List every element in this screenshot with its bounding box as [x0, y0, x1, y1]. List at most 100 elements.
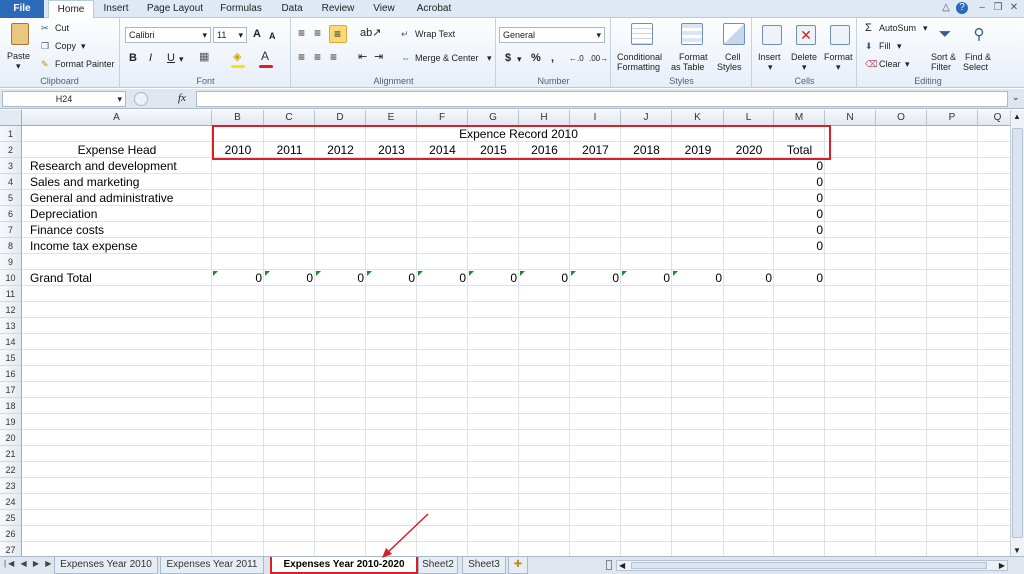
cell-grand-total-2019[interactable]: 0	[672, 270, 724, 286]
restore-icon[interactable]: ❐	[992, 2, 1004, 14]
col-header-d[interactable]: D	[315, 110, 366, 126]
cell-grand-total-2010[interactable]: 0	[212, 270, 264, 286]
horizontal-scrollbar[interactable]: ◀ ▶	[616, 560, 1008, 571]
sheet-tab-sheet3[interactable]: Sheet3	[462, 557, 506, 574]
row-header-23[interactable]: 23	[0, 478, 22, 494]
col-header-f[interactable]: F	[417, 110, 468, 126]
cell-styles-button[interactable]: Cell Styles	[714, 20, 750, 72]
row-header-6[interactable]: 6	[0, 206, 22, 222]
orientation-icon[interactable]: ab↗	[360, 28, 381, 39]
row-header-25[interactable]: 25	[0, 510, 22, 526]
align-center-icon[interactable]: ≡	[314, 51, 321, 63]
format-painter-button[interactable]: ✎ Format Painter	[38, 57, 118, 71]
row-header-2[interactable]: 2	[0, 142, 22, 158]
scroll-down-icon[interactable]: ▼	[1013, 546, 1021, 555]
decrease-indent-icon[interactable]: ⇤	[358, 52, 367, 63]
row-header-15[interactable]: 15	[0, 350, 22, 366]
col-header-e[interactable]: E	[366, 110, 417, 126]
bold-button[interactable]: B	[129, 53, 137, 64]
cut-button[interactable]: ✂ Cut	[38, 21, 98, 35]
tab-view[interactable]: View	[366, 0, 402, 18]
number-format-select[interactable]: General ▾	[499, 27, 605, 43]
cell-expense-total[interactable]: 0	[774, 158, 825, 174]
comma-button[interactable]: ,	[551, 53, 554, 64]
col-header-c[interactable]: C	[264, 110, 315, 126]
row-header-4[interactable]: 4	[0, 174, 22, 190]
row-header-11[interactable]: 11	[0, 286, 22, 302]
cell-grand-total-2016[interactable]: 0	[519, 270, 570, 286]
col-header-m[interactable]: M	[774, 110, 825, 126]
align-left-icon[interactable]: ≡	[298, 51, 305, 63]
row-header-10[interactable]: 10	[0, 270, 22, 286]
hscroll-thumb[interactable]	[631, 562, 987, 569]
scroll-up-icon[interactable]: ▲	[1013, 112, 1021, 121]
row-header-26[interactable]: 26	[0, 526, 22, 542]
tab-formulas[interactable]: Formulas	[214, 0, 268, 18]
cell-expense-total[interactable]: 0	[774, 174, 825, 190]
copy-button[interactable]: ❐ Copy ▾	[38, 39, 98, 53]
borders-icon[interactable]: ▦	[199, 52, 209, 63]
col-header-j[interactable]: J	[621, 110, 672, 126]
row-header-13[interactable]: 13	[0, 318, 22, 334]
row-header-19[interactable]: 19	[0, 414, 22, 430]
row-header-1[interactable]: 1	[0, 126, 22, 142]
fill-button[interactable]: ⬇ Fill ▾	[862, 39, 912, 53]
grow-font-button[interactable]: A	[253, 29, 261, 40]
font-color-icon[interactable]: A	[261, 50, 269, 62]
row-header-21[interactable]: 21	[0, 446, 22, 462]
cell-grand-total-label[interactable]: Grand Total	[22, 270, 212, 286]
tab-review[interactable]: Review	[316, 0, 360, 18]
sheet-nav-icon[interactable]: |◀ ◀ ▶ ▶|	[4, 559, 57, 568]
insert-sheet-icon[interactable]: ✚	[508, 557, 528, 574]
cell-grand-total-2018[interactable]: 0	[621, 270, 672, 286]
cell-grand-total-2011[interactable]: 0	[264, 270, 315, 286]
cell-expense-total[interactable]: 0	[774, 238, 825, 254]
fx-icon[interactable]: fx	[178, 92, 186, 104]
col-header-q[interactable]: Q	[978, 110, 1010, 126]
vertical-scrollbar[interactable]: ▲ ▼	[1010, 110, 1024, 558]
row-header-14[interactable]: 14	[0, 334, 22, 350]
merge-center-button[interactable]: ⇔ Merge & Center ▾	[398, 50, 494, 66]
scroll-left-icon[interactable]: ◀	[619, 561, 625, 570]
shrink-font-button[interactable]: A	[269, 31, 276, 42]
increase-indent-icon[interactable]: ⇥	[374, 52, 383, 63]
cell-expense-name[interactable]: Sales and marketing	[22, 174, 212, 190]
cell-grand-total-sum[interactable]: 0	[774, 270, 825, 286]
clear-button[interactable]: ⌫ Clear ▾	[862, 57, 918, 71]
row-header-24[interactable]: 24	[0, 494, 22, 510]
cell-expense-name[interactable]: General and administrative	[22, 190, 212, 206]
cell-grand-total-2017[interactable]: 0	[570, 270, 621, 286]
tab-data[interactable]: Data	[274, 0, 310, 18]
delete-cells-button[interactable]: ✕ Delete ▾	[789, 20, 821, 72]
align-right-icon[interactable]: ≡	[330, 51, 337, 63]
worksheet-grid[interactable]: ABCDEFGHIJKLMNOPQ 1 2 3 4 5 6 7 8 9 10 11 12 13 14 15 1…	[0, 110, 1010, 558]
paste-button[interactable]: Paste ▾	[4, 20, 34, 72]
cell-expense-name[interactable]: Finance costs	[22, 222, 212, 238]
row-header-12[interactable]: 12	[0, 302, 22, 318]
align-middle-icon[interactable]: ≡	[314, 27, 321, 39]
tab-page-layout[interactable]: Page Layout	[142, 0, 208, 18]
format-cells-button[interactable]: Format ▾	[823, 20, 855, 72]
cell-grand-total-2020[interactable]: 0	[724, 270, 774, 286]
insert-cells-button[interactable]: Insert ▾	[755, 20, 787, 72]
close-icon[interactable]: ✕	[1008, 2, 1020, 14]
row-header-7[interactable]: 7	[0, 222, 22, 238]
name-box[interactable]: H24 ▾	[2, 91, 126, 107]
align-bottom-button[interactable]: ≡	[329, 25, 347, 43]
align-top-icon[interactable]: ≡	[298, 27, 305, 39]
col-header-p[interactable]: P	[927, 110, 978, 126]
row-header-16[interactable]: 16	[0, 366, 22, 382]
cell-expense-total[interactable]: 0	[774, 222, 825, 238]
cell-expense-head-header[interactable]: Expense Head	[22, 142, 212, 158]
italic-button[interactable]: I	[149, 53, 152, 64]
col-header-h[interactable]: H	[519, 110, 570, 126]
col-header-a[interactable]: A	[22, 110, 212, 126]
formula-input[interactable]	[196, 91, 1008, 107]
col-header-n[interactable]: N	[825, 110, 876, 126]
tab-file[interactable]: File	[0, 0, 44, 18]
underline-button[interactable]: U	[167, 53, 175, 64]
tab-acrobat[interactable]: Acrobat	[410, 0, 458, 18]
sheet-tab-2010[interactable]: Expenses Year 2010	[54, 557, 158, 574]
col-header-i[interactable]: I	[570, 110, 621, 126]
cell-expense-name[interactable]: Income tax expense	[22, 238, 212, 254]
